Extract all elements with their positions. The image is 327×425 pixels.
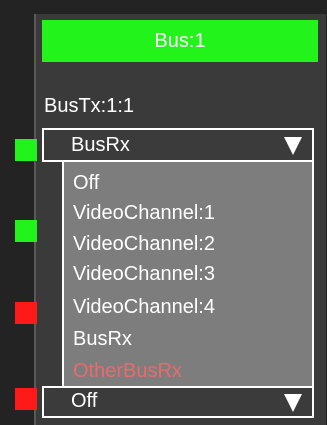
dropdown-option-videochannel-3[interactable]: VideoChannel:3 (73, 262, 215, 286)
status-indicator-2 (15, 220, 37, 242)
dropdown-option-videochannel-2[interactable]: VideoChannel:2 (73, 232, 215, 256)
status-indicator-3 (15, 302, 37, 324)
selected-value-off: Off (71, 390, 98, 412)
bus-rx-select[interactable]: BusRx (42, 128, 314, 162)
dropdown-option-off[interactable]: Off (73, 171, 99, 195)
dropdown-option-videochannel-4[interactable]: VideoChannel:4 (73, 295, 215, 319)
bus-header[interactable]: Bus:1 (42, 20, 318, 62)
bus-tx-label: BusTx:1:1 (44, 95, 135, 117)
screen: Bus:1 BusTx:1:1 BusRx Off VideoChannel:1… (0, 0, 327, 425)
dropdown-arrow-icon[interactable] (284, 137, 302, 155)
status-indicator-1 (15, 139, 37, 161)
bus-off-select[interactable]: Off (42, 386, 314, 418)
dropdown-menu[interactable]: Off VideoChannel:1 VideoChannel:2 VideoC… (62, 162, 314, 389)
dropdown-option-busrx[interactable]: BusRx (73, 327, 132, 351)
status-indicator-4 (15, 388, 37, 410)
dropdown-option-videochannel-1[interactable]: VideoChannel:1 (73, 201, 215, 225)
dropdown-arrow-icon[interactable] (284, 394, 302, 412)
selected-value: BusRx (71, 134, 130, 156)
dropdown-option-otherbusrx[interactable]: OtherBusRx (73, 359, 182, 383)
